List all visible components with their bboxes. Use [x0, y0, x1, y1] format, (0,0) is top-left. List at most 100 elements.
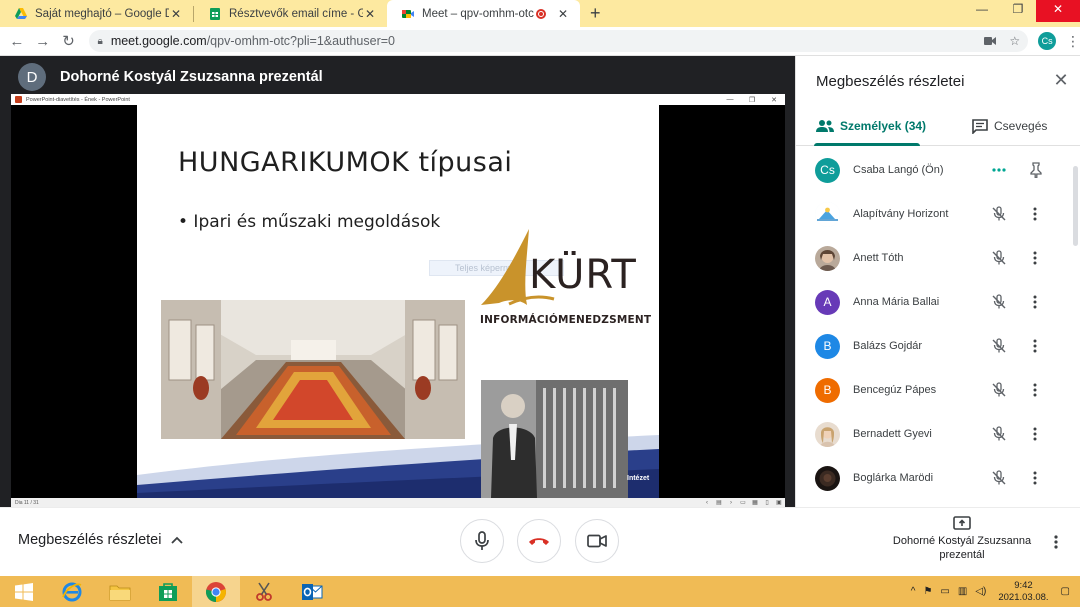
start-button[interactable]: [0, 576, 48, 607]
network-icon[interactable]: ▥: [958, 586, 967, 597]
clock-date: 2021.03.08.: [998, 591, 1049, 603]
more-options-icon[interactable]: [1032, 338, 1038, 354]
battery-icon[interactable]: ▭: [940, 586, 949, 597]
presenter-label: Dohorné Kostyál Zsuzsanna prezentál: [60, 69, 323, 85]
slideshow-view-icon: ▣: [776, 500, 782, 506]
clock-time: 9:42: [1014, 579, 1033, 591]
mic-off-icon: [992, 250, 1006, 265]
tab-close-icon[interactable]: ✕: [363, 7, 377, 21]
more-options-icon[interactable]: [1032, 206, 1038, 222]
taskbar-clock[interactable]: 9:42 2021.03.08.: [998, 580, 1048, 604]
avatar: [815, 465, 840, 491]
participant-row[interactable]: Alapítvány Horizont: [796, 192, 1080, 236]
new-tab-button[interactable]: +: [590, 3, 601, 24]
meeting-details-panel: Megbeszélés részletei ✕ Személyek (34) C…: [795, 56, 1080, 507]
powerpoint-window-title: PowerPoint-diavetítés - Ének - PowerPoin…: [26, 96, 130, 103]
close-icon[interactable]: ✕: [1051, 70, 1071, 91]
bookmark-star-icon[interactable]: ☆: [1009, 34, 1020, 48]
taskbar-outlook[interactable]: [288, 576, 336, 607]
browser-tab-sheets[interactable]: Résztvevők email címe - Google ✕: [194, 0, 387, 27]
active-tab-indicator: [814, 143, 920, 146]
meeting-details-button[interactable]: Megbeszélés részletei: [18, 532, 184, 548]
tab-chat[interactable]: Csevegés: [972, 106, 1047, 146]
profile-avatar[interactable]: Cs: [1038, 32, 1057, 50]
powerpoint-icon: [15, 96, 22, 103]
forward-arrow-icon[interactable]: →: [30, 33, 56, 50]
presenter-bar: D Dohorné Kostyál Zsuzsanna prezentál: [18, 62, 323, 92]
slide-corner-label: Intézet: [627, 475, 650, 482]
normal-view-icon: ▭: [740, 500, 746, 506]
url-host: meet.google.com: [110, 34, 207, 48]
tab-close-icon[interactable]: ✕: [169, 7, 183, 21]
browser-menu-icon[interactable]: ⋮: [1066, 33, 1080, 50]
lock-icon[interactable]: 🔒︎: [97, 36, 102, 47]
porcelain-museum-photo: [161, 300, 465, 439]
scrollbar[interactable]: [1073, 166, 1078, 246]
notifications-icon[interactable]: ▢: [1061, 586, 1070, 597]
panel-tabs: Személyek (34) Csevegés: [796, 106, 1080, 146]
reload-icon[interactable]: ↻: [56, 32, 82, 50]
participant-row[interactable]: B Bencegúz Pápes: [796, 368, 1080, 412]
participant-row[interactable]: Boglárka Marödi: [796, 456, 1080, 500]
participant-name: Bencegúz Pápes: [853, 384, 937, 396]
von-neumann-photo: [481, 380, 628, 498]
url-field[interactable]: 🔒︎ meet.google.com/qpv-omhm-otc?pli=1&au…: [89, 30, 1029, 52]
more-options-icon[interactable]: [1053, 534, 1059, 550]
presentation-stage: D Dohorné Kostyál Zsuzsanna prezentál Po…: [0, 56, 795, 507]
browser-tab-meet[interactable]: Meet – qpv-omhm-otc ✕: [387, 0, 580, 27]
tab-chat-label: Csevegés: [994, 119, 1048, 133]
taskbar-file-explorer[interactable]: [96, 576, 144, 607]
more-options-icon[interactable]: [1032, 382, 1038, 398]
presenting-indicator[interactable]: Dohorné Kostyál Zsuzsanna prezentál: [892, 516, 1032, 562]
avatar: A: [815, 289, 840, 315]
powerpoint-titlebar: PowerPoint-diavetítés - Ének - PowerPoin…: [11, 94, 785, 105]
pin-icon[interactable]: [1028, 162, 1044, 178]
avatar: [815, 421, 840, 447]
folder-icon: [109, 585, 131, 600]
flag-icon[interactable]: ⚑: [923, 586, 932, 597]
scissors-icon: [256, 582, 272, 601]
recording-icon: [536, 8, 546, 19]
back-arrow-icon[interactable]: ←: [4, 33, 30, 50]
leave-call-button[interactable]: [517, 519, 561, 563]
meeting-details-label: Megbeszélés részletei: [18, 532, 162, 548]
volume-icon[interactable]: ◁): [975, 586, 986, 597]
presenting-label: Dohorné Kostyál Zsuzsanna prezentál: [892, 535, 1032, 561]
camera-button[interactable]: [575, 519, 619, 563]
participant-row[interactable]: A Anna Mária Ballai: [796, 280, 1080, 324]
participant-row[interactable]: Anett Tóth: [796, 236, 1080, 280]
next-slide-icon: ›: [730, 499, 732, 506]
system-tray: ^ ⚑ ▭ ▥ ◁) 9:42 2021.03.08. ▢: [907, 576, 1080, 607]
slide-counter: Dia 11 / 31: [15, 499, 39, 506]
tab-title: Résztvevők email címe - Google: [229, 7, 363, 20]
taskbar-chrome[interactable]: [192, 576, 240, 607]
microphone-button[interactable]: [460, 519, 504, 563]
participant-row[interactable]: B Balázs Gojdár: [796, 324, 1080, 368]
taskbar-snipping-tool[interactable]: [240, 576, 288, 607]
slide: HUNGARIKUMOK típusai • Ipari és műszaki …: [137, 105, 659, 498]
close-window-icon[interactable]: ✕: [1036, 0, 1080, 22]
more-options-icon[interactable]: [1032, 426, 1038, 442]
browser-tab-drive[interactable]: Saját meghajtó – Google Drive ✕: [0, 0, 193, 27]
taskbar-internet-explorer[interactable]: [48, 576, 96, 607]
taskbar-store[interactable]: [144, 576, 192, 607]
tab-people[interactable]: Személyek (34): [816, 106, 926, 146]
participant-row[interactable]: Cs Csaba Langó (Ön): [796, 148, 1080, 192]
more-options-icon[interactable]: [1032, 470, 1038, 486]
mic-off-icon: [992, 426, 1006, 441]
participant-list: Cs Csaba Langó (Ön) Alapítvány Horizont …: [796, 148, 1080, 507]
tab-close-icon[interactable]: ✕: [556, 7, 570, 21]
google-sheets-icon: [210, 7, 220, 20]
chevron-up-icon[interactable]: ^: [911, 586, 916, 597]
more-options-icon[interactable]: [1032, 250, 1038, 266]
kurt-logo-subtitle: INFORMÁCIÓMENEDZSMENT: [480, 314, 652, 326]
minimize-icon[interactable]: —: [964, 0, 1000, 22]
participant-row[interactable]: Bernadett Gyevi: [796, 412, 1080, 456]
restore-icon[interactable]: ❐: [1000, 0, 1036, 22]
more-options-icon[interactable]: [1032, 294, 1038, 310]
camera-permission-icon[interactable]: [984, 36, 997, 46]
minimize-icon: —: [726, 96, 734, 103]
avatar: Cs: [815, 157, 840, 183]
avatar: [815, 245, 840, 271]
reading-view-icon: ▯: [765, 500, 769, 506]
